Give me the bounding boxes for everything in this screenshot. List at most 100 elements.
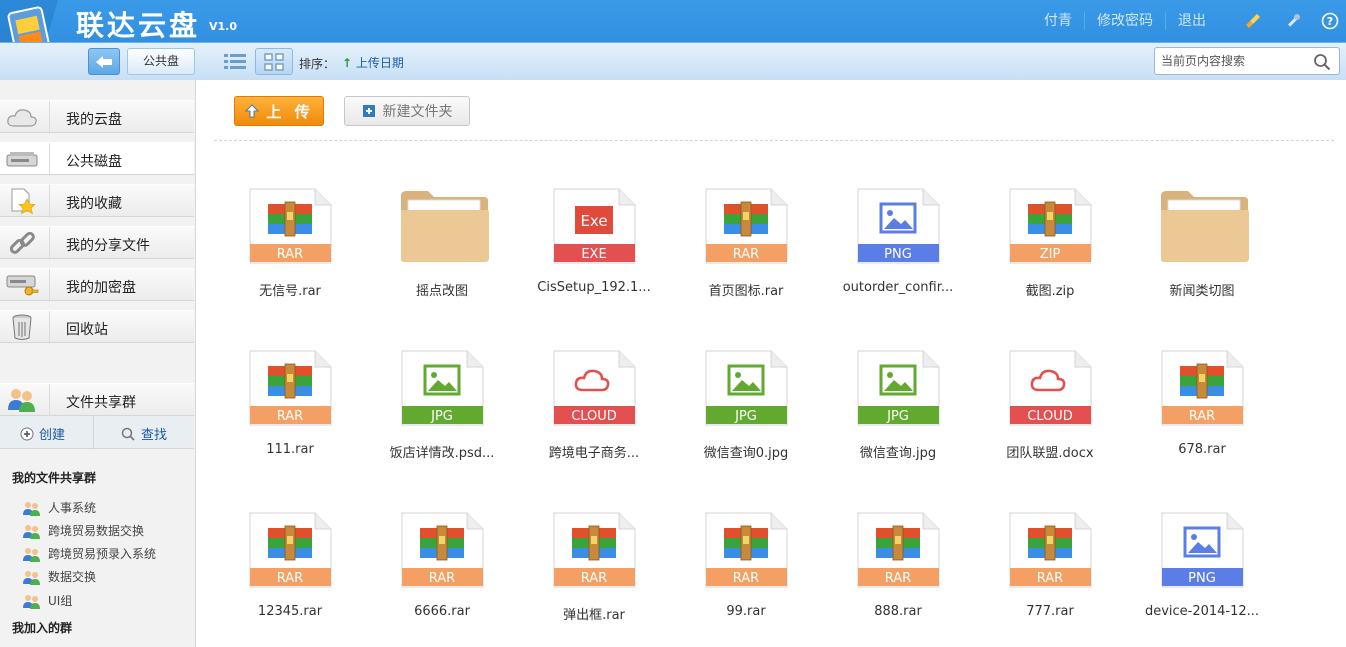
sidebar-item-public-disk[interactable]: 公共磁盘: [0, 142, 194, 176]
svg-text:RAR: RAR: [733, 571, 759, 586]
group-item-label: UI组: [48, 594, 73, 608]
file-item[interactable]: JPG 饭店详情改.psd...: [366, 350, 496, 480]
upload-button[interactable]: 上 传: [234, 96, 324, 126]
file-item[interactable]: RAR 弹出框.rar: [518, 512, 648, 642]
file-item[interactable]: Exe EXE CisSetup_192.1...: [518, 188, 651, 318]
group-item[interactable]: 数据交换: [22, 568, 96, 585]
archive-file-icon: RAR: [1009, 512, 1093, 588]
file-item[interactable]: PNG device-2014-12...: [1126, 512, 1259, 642]
svg-text:EXE: EXE: [581, 247, 606, 262]
file-item[interactable]: JPG 微信查询.jpg: [822, 350, 952, 480]
create-group-button[interactable]: 创建: [20, 424, 65, 443]
users-icon: [23, 524, 40, 539]
folder-item[interactable]: 新闻类切图: [1126, 188, 1256, 318]
file-item[interactable]: PNG outorder_confir...: [822, 188, 953, 318]
file-name: 摇点改图: [415, 284, 468, 299]
file-item[interactable]: RAR 678.rar: [1126, 350, 1256, 480]
link-icon: [4, 229, 40, 257]
file-item[interactable]: CLOUD 跨境电子商务...: [518, 350, 648, 480]
archive-file-icon: RAR: [401, 512, 485, 588]
group-item[interactable]: 跨境贸易预录入系统: [22, 545, 156, 562]
svg-text:RAR: RAR: [1037, 571, 1063, 586]
file-item[interactable]: RAR 12345.rar: [214, 512, 344, 642]
list-view-button[interactable]: [220, 48, 250, 75]
sidebar-item-label: 我的云盘: [66, 112, 122, 128]
svg-text:JPG: JPG: [886, 409, 909, 424]
search-box: [1154, 47, 1340, 75]
group-item-label: 跨境贸易数据交换: [48, 524, 145, 538]
new-folder-button[interactable]: 新建文件夹: [344, 96, 470, 126]
app-title: 联达云盘: [76, 9, 201, 42]
broom-icon[interactable]: [1244, 12, 1262, 30]
sidebar-item-recycle-bin[interactable]: 回收站: [0, 310, 194, 344]
archive-file-icon: RAR: [705, 512, 789, 588]
file-item[interactable]: RAR 777.rar: [974, 512, 1104, 642]
find-label: 查找: [141, 428, 168, 443]
group-item-label: 人事系统: [48, 501, 97, 515]
file-name: 微信查询0.jpg: [703, 446, 789, 461]
back-arrow-icon: [96, 55, 112, 68]
back-button[interactable]: [88, 48, 120, 75]
top-links: 付青 修改密码 退出: [1032, 12, 1218, 30]
tools-icon[interactable]: [1284, 12, 1302, 30]
trash-icon: [4, 313, 40, 341]
file-item[interactable]: RAR 111.rar: [214, 350, 344, 480]
sidebar-item-encrypted-disk[interactable]: 我的加密盘: [0, 268, 194, 302]
folder-icon: [398, 188, 489, 264]
users-icon: [23, 547, 40, 562]
file-name: 团队联盟.docx: [1006, 446, 1094, 461]
file-name: 12345.rar: [257, 604, 323, 619]
search-icon[interactable]: [1313, 53, 1331, 71]
sidebar-item-label: 我的收藏: [66, 196, 122, 212]
file-item[interactable]: JPG 微信查询0.jpg: [670, 350, 800, 480]
file-item[interactable]: RAR 首页图标.rar: [670, 188, 800, 318]
file-name: 饭店详情改.psd...: [389, 446, 495, 461]
file-item[interactable]: CLOUD 团队联盟.docx: [974, 350, 1104, 480]
create-label: 创建: [39, 428, 66, 443]
file-item[interactable]: RAR 6666.rar: [366, 512, 496, 642]
arrow-up-icon: ↑: [342, 56, 353, 70]
sort-by-upload-date[interactable]: ↑ 上传日期: [342, 54, 404, 71]
folder-item[interactable]: 摇点改图: [366, 188, 496, 318]
change-password-link[interactable]: 修改密码: [1084, 12, 1165, 30]
file-name: 截图.zip: [1025, 284, 1075, 299]
svg-text:JPG: JPG: [430, 409, 453, 424]
sidebar-item-my-shares[interactable]: 我的分享文件: [0, 226, 194, 260]
file-item[interactable]: RAR 99.rar: [670, 512, 800, 642]
archive-file-icon: RAR: [249, 188, 333, 264]
logout-link[interactable]: 退出: [1165, 12, 1218, 30]
cloud-file-icon: CLOUD: [1009, 350, 1093, 426]
sidebar-item-label: 我的分享文件: [66, 238, 150, 254]
sidebar-item-label: 我的加密盘: [66, 280, 136, 296]
sidebar-item-favorites[interactable]: 我的收藏: [0, 184, 194, 218]
jpg-image-file-icon: JPG: [705, 350, 789, 426]
search-input[interactable]: [1161, 52, 1311, 70]
svg-text:CLOUD: CLOUD: [1027, 409, 1073, 424]
svg-text:RAR: RAR: [277, 247, 303, 262]
file-name: 首页图标.rar: [708, 284, 784, 299]
user-name-link[interactable]: 付青: [1032, 12, 1084, 30]
group-item[interactable]: 人事系统: [22, 499, 96, 516]
file-item[interactable]: RAR 888.rar: [822, 512, 952, 642]
file-name: 微信查询.jpg: [859, 446, 937, 461]
file-item[interactable]: RAR 无信号.rar: [214, 188, 344, 318]
find-group-button[interactable]: 查找: [121, 424, 167, 443]
group-item[interactable]: 跨境贸易数据交换: [22, 522, 144, 539]
file-name: CisSetup_192.1...: [537, 280, 651, 295]
disk-icon: [4, 145, 40, 173]
file-item[interactable]: ZIP 截图.zip: [974, 188, 1104, 318]
cloud-icon: [4, 103, 40, 131]
users-icon: [23, 594, 40, 609]
help-icon[interactable]: ?: [1321, 12, 1339, 30]
header: 联达云盘 V1.0 付青 修改密码 退出 ? 公共盘 排序： ↑ 上传日期: [0, 0, 1346, 80]
file-name: 无信号.rar: [259, 284, 321, 299]
sidebar-item-my-cloud[interactable]: 我的云盘: [0, 100, 194, 134]
new-folder-icon: [362, 105, 375, 117]
file-name: 777.rar: [1026, 604, 1074, 619]
file-name: 111.rar: [266, 442, 314, 457]
group-item[interactable]: UI组: [22, 592, 72, 609]
search-icon: [121, 427, 135, 441]
breadcrumb-public-disk[interactable]: 公共盘: [127, 48, 195, 75]
grid-view-button[interactable]: [255, 48, 293, 75]
sidebar-item-share-groups[interactable]: 文件共享群: [0, 383, 194, 417]
